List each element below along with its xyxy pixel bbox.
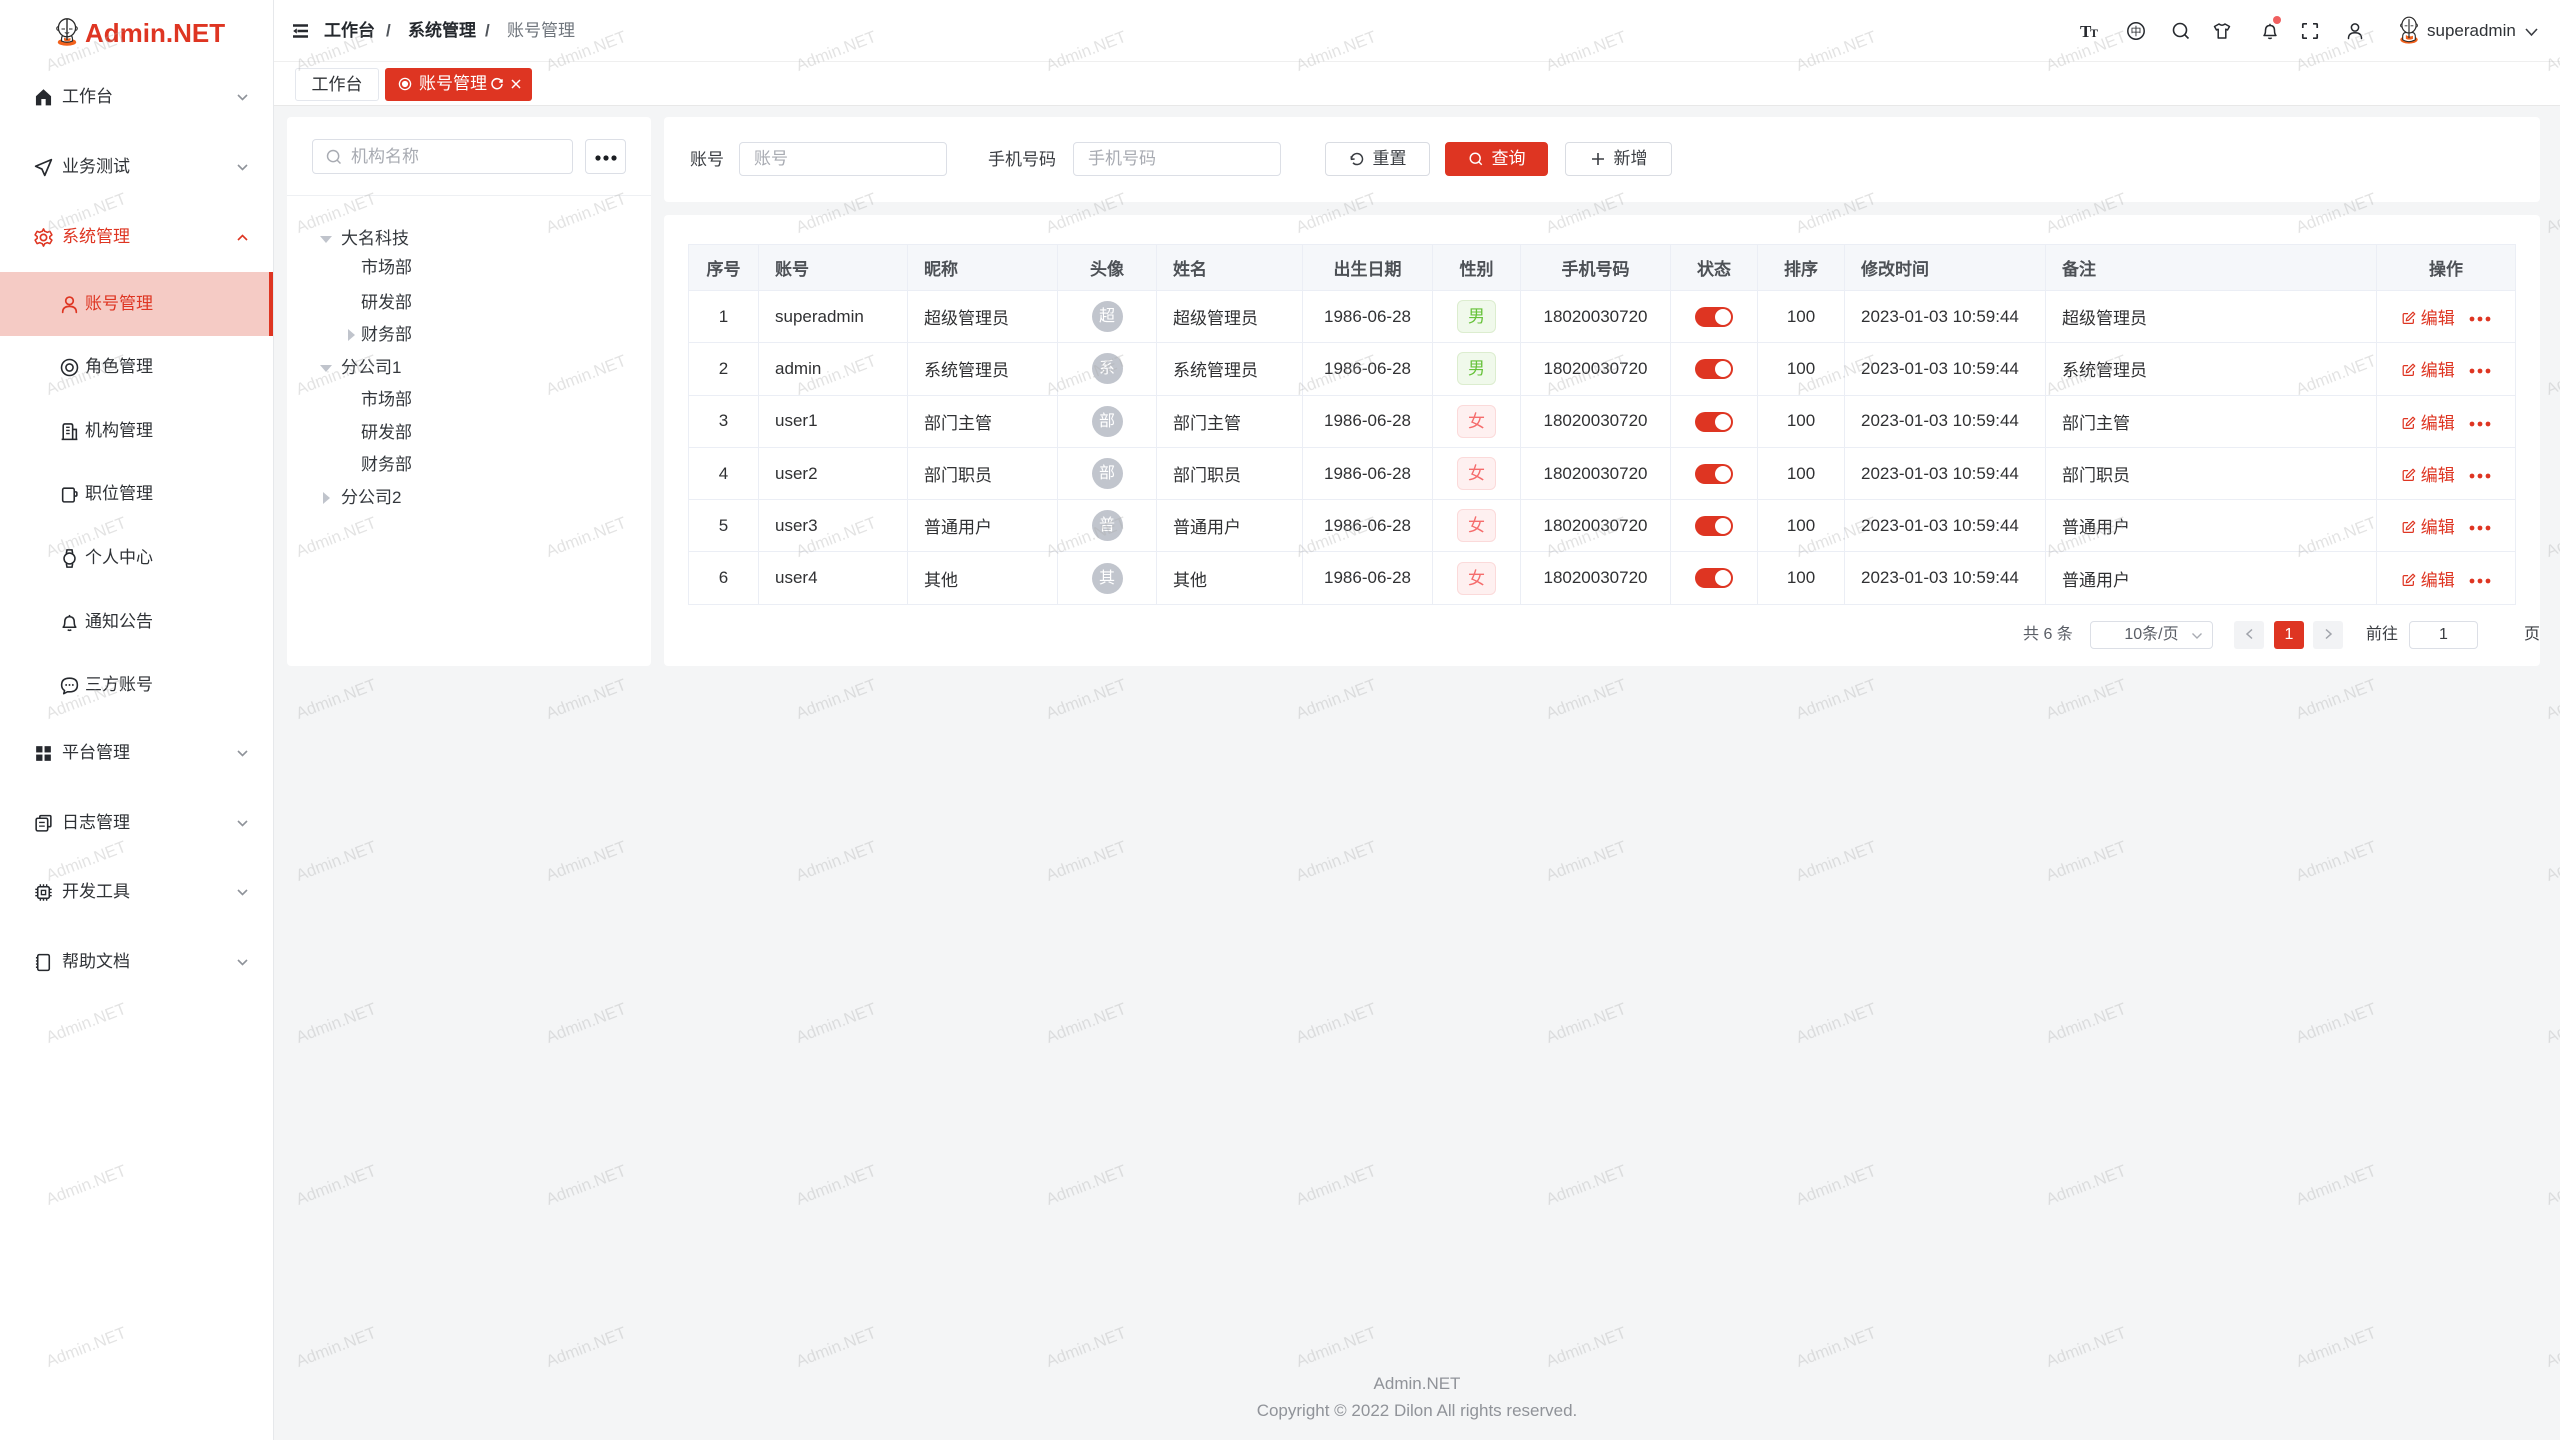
svg-text:T: T xyxy=(2090,26,2098,40)
svg-text:中: 中 xyxy=(2131,25,2142,38)
